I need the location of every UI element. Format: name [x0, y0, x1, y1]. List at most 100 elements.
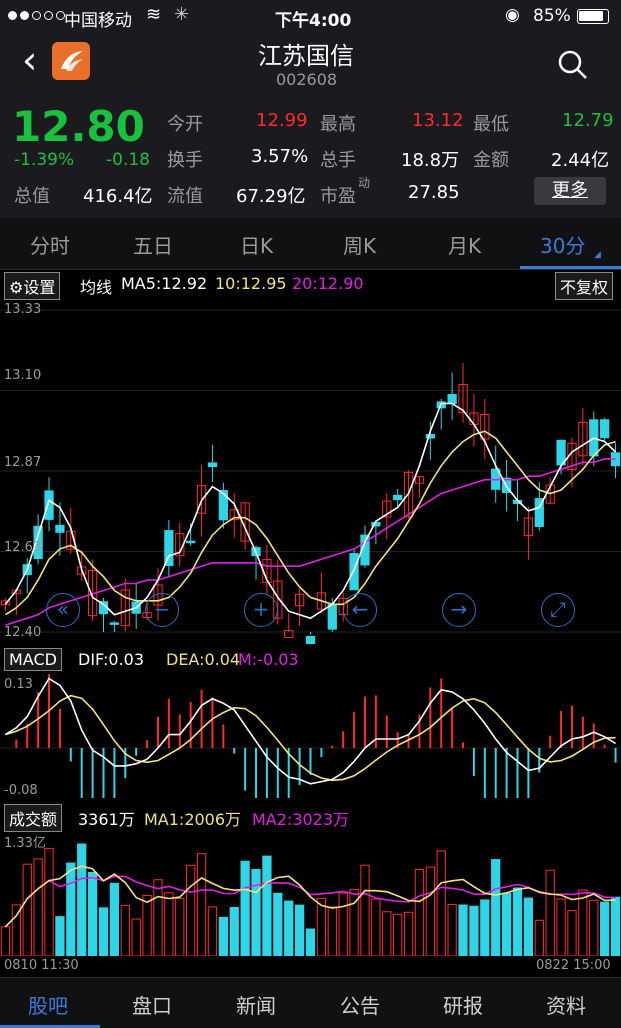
- more-button[interactable]: 更多: [534, 177, 606, 205]
- signal-icon: [8, 11, 65, 20]
- volume-bar: [98, 907, 109, 956]
- volume-chart: [0, 843, 621, 956]
- candle-body: [55, 524, 65, 533]
- volume-bar: [22, 863, 32, 956]
- volume-y-top: 1.33亿: [4, 836, 46, 851]
- candle-body: [218, 489, 228, 521]
- volume-label: 总手: [320, 150, 356, 171]
- change-percent: -1.39%: [14, 150, 75, 170]
- volume-bar: [458, 904, 468, 956]
- kline-chart[interactable]: [0, 298, 621, 644]
- market-cap-value: 416.4亿: [83, 186, 153, 207]
- change-value: -0.18: [106, 150, 150, 170]
- nav-profile[interactable]: 资料: [546, 990, 586, 1019]
- nav-orderbook[interactable]: 盘口: [132, 990, 172, 1019]
- arrow-left-icon[interactable]: ←: [343, 593, 377, 627]
- pe-label: 市盈: [320, 186, 356, 207]
- macd-chart: [0, 674, 621, 798]
- nav-forum[interactable]: 股吧: [28, 990, 68, 1019]
- volume-bar: [305, 928, 316, 956]
- volume-bar: [262, 855, 272, 956]
- volume-button[interactable]: 成交额: [4, 804, 63, 832]
- app-logo-icon: [52, 42, 90, 80]
- volume-bar: [610, 896, 621, 956]
- volume-bar: [186, 864, 196, 956]
- volume-bar: [109, 882, 120, 956]
- volume-bar: [175, 897, 185, 956]
- nav-announcements[interactable]: 公告: [340, 990, 380, 1019]
- candle-body: [447, 394, 457, 405]
- tab-30-minute[interactable]: 30分: [540, 230, 585, 259]
- volume-bar: [120, 904, 130, 956]
- settings-button[interactable]: ⚙设置: [4, 272, 61, 300]
- fast-back-icon[interactable]: «: [46, 593, 80, 627]
- volume-bar: [240, 860, 250, 956]
- candle-body: [393, 494, 403, 501]
- volume-header: 成交额 3361万 MA1:2006万 MA2:3023万: [0, 804, 621, 832]
- ma20-value: 20:12.90: [292, 274, 364, 293]
- tab-daily-k[interactable]: 日K: [240, 230, 273, 259]
- volume-bar: [284, 900, 294, 956]
- adjust-button[interactable]: 不复权: [555, 272, 614, 300]
- volume-bar: [469, 905, 479, 956]
- volume-bar: [66, 862, 76, 956]
- arrow-right-icon[interactable]: →: [442, 593, 476, 627]
- zoom-in-icon[interactable]: +: [244, 593, 278, 627]
- zoom-out-icon[interactable]: −: [145, 593, 179, 627]
- active-tab-indicator: [520, 266, 621, 269]
- y-tick-4: 12.63: [4, 540, 42, 555]
- volume-bar: [360, 864, 370, 956]
- volume-bar: [589, 899, 599, 956]
- volume-bar: [523, 897, 534, 956]
- nav-news[interactable]: 新闻: [236, 990, 276, 1019]
- volume-bar: [55, 916, 65, 956]
- volume-bar: [87, 871, 98, 956]
- stock-header: ‹ 江苏国信 002608: [0, 32, 621, 100]
- volume-bar: [0, 926, 11, 956]
- volume-bar: [229, 907, 239, 956]
- search-icon[interactable]: [556, 48, 590, 82]
- float-cap-value: 67.29亿: [236, 186, 306, 207]
- tab-monthly-k[interactable]: 月K: [448, 230, 481, 259]
- settings-label: 设置: [23, 278, 56, 297]
- bottom-nav: 股吧 盘口 新闻 公告 研报 资料: [0, 977, 621, 1028]
- nav-research[interactable]: 研报: [443, 990, 483, 1019]
- volume-bar: [338, 892, 348, 956]
- turnover-label: 换手: [167, 150, 203, 171]
- dropdown-icon[interactable]: ◢: [594, 250, 601, 260]
- amount-label: 金额: [473, 150, 509, 171]
- pe-value: 27.85: [408, 182, 460, 203]
- battery-percent: 85%: [533, 6, 571, 26]
- float-cap-label: 流值: [167, 186, 203, 207]
- low-value: 12.79: [562, 110, 614, 131]
- macd-button[interactable]: MACD: [4, 648, 62, 671]
- back-button[interactable]: ‹: [22, 40, 37, 80]
- tab-five-day[interactable]: 五日: [133, 230, 173, 259]
- volume-bar: [142, 894, 152, 956]
- volume-ma2: MA2:3023万: [252, 810, 350, 829]
- tab-minute[interactable]: 分时: [30, 230, 70, 259]
- ma-label: 均线: [80, 278, 113, 297]
- x-axis-start: 0810 11:30: [4, 958, 79, 973]
- fullscreen-icon[interactable]: ⤢: [541, 593, 575, 627]
- candle-body: [109, 622, 120, 625]
- volume-bar: [251, 868, 261, 956]
- volume-bar: [77, 843, 87, 956]
- wifi-icon: ≋: [146, 4, 162, 25]
- candle-body: [600, 419, 610, 439]
- tab-weekly-k[interactable]: 周K: [343, 230, 376, 259]
- clock: 下午4:00: [275, 11, 352, 31]
- candle-body: [349, 553, 359, 591]
- carrier-label: 中国移动: [64, 11, 132, 31]
- volume-value: 18.8万: [401, 150, 460, 171]
- status-bar: 中国移动 ≋ ✳ 下午4:00 ◉ 85%: [0, 0, 621, 32]
- loading-icon: ✳: [174, 4, 190, 25]
- battery-icon: [577, 9, 609, 24]
- stock-name: 江苏国信: [258, 42, 354, 70]
- volume-bar: [153, 879, 163, 956]
- volume-bar: [425, 866, 435, 956]
- ma5-value: MA5:12.92: [121, 274, 208, 293]
- volume-bar: [371, 898, 381, 956]
- x-axis-end: 0822 15:00: [536, 958, 611, 973]
- volume-bar: [501, 892, 512, 956]
